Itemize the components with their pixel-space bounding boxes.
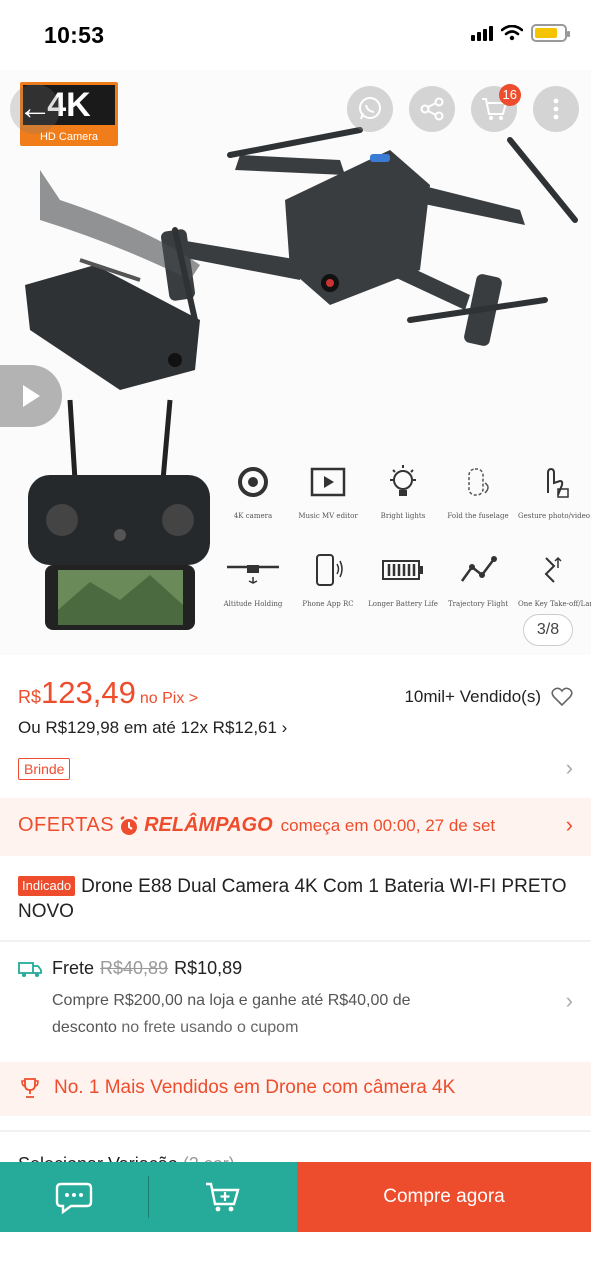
chat-icon — [55, 1182, 93, 1214]
feature-item: One Key Take-off/Landing — [518, 548, 591, 608]
feature-item: Fold the fuselage — [443, 460, 513, 520]
more-vertical-icon — [553, 98, 559, 120]
battery-level-icon — [382, 560, 423, 580]
sold-count: 10mil+ Vendido(s) — [404, 687, 573, 707]
gesture-icon — [547, 467, 569, 498]
film-icon — [310, 467, 346, 497]
back-button[interactable]: ← — [10, 84, 60, 134]
divider — [148, 1162, 149, 1232]
product-image-gallery[interactable]: 4K HD Camera ← 16 4K camera Music MV edi… — [0, 70, 591, 655]
wifi-icon — [501, 25, 523, 41]
shipping-label: Frete — [52, 958, 95, 978]
cart-count-badge: 16 — [498, 84, 521, 106]
trophy-icon — [21, 1078, 39, 1098]
feature-item: Gesture photo/video — [518, 460, 590, 520]
image-counter: 3/8 — [523, 614, 573, 646]
price-value: 123,49 — [41, 675, 136, 710]
feature-item: Trajectory Flight — [443, 548, 513, 608]
play-icon — [23, 385, 40, 407]
flash-label-b: RELÂMPAGO — [144, 814, 273, 836]
feature-item: Altitude Holding — [218, 548, 288, 608]
aperture-icon — [238, 467, 268, 497]
sold-count-text: 10mil+ Vendido(s) — [404, 687, 541, 706]
price-currency: R$ — [18, 687, 42, 707]
status-icons — [471, 24, 570, 42]
product-title-text: Drone E88 Dual Camera 4K Com 1 Bateria W… — [18, 876, 567, 922]
truck-icon — [18, 961, 42, 977]
chevron-right-icon: › — [565, 988, 573, 1013]
add-to-cart-button[interactable] — [149, 1162, 297, 1232]
add-cart-icon — [206, 1182, 240, 1212]
shipping-new-price: R$10,89 — [174, 958, 243, 978]
flash-label-a: OFERTAS — [18, 814, 115, 836]
trajectory-icon — [460, 556, 497, 582]
price: R$ 123,49 no Pix > — [18, 675, 198, 711]
cellular-signal-icon — [471, 25, 493, 41]
hero-actions: 16 — [347, 84, 579, 132]
feature-item: Longer Battery Life — [368, 548, 438, 608]
phone-icon — [316, 554, 343, 586]
price-section: R$ 123,49 no Pix > 10mil+ Vendido(s) Ou … — [0, 655, 591, 795]
bottom-action-bar: Compre agora — [0, 1162, 591, 1232]
flash-start-time: começa em 00:00, 27 de set — [280, 816, 496, 835]
battery-icon — [531, 24, 570, 42]
product-title: Indicado Drone E88 Dual Camera 4K Com 1 B… — [18, 874, 573, 924]
status-bar: 10:53 — [0, 0, 591, 70]
whatsapp-icon — [359, 97, 381, 120]
fold-icon — [468, 468, 489, 496]
installment-info[interactable]: Ou R$129,98 em até 12x R$12,61 › — [18, 718, 287, 738]
buy-now-button[interactable]: Compre agora — [297, 1162, 591, 1232]
shipping-old-price: R$40,89 — [100, 958, 169, 978]
chevron-right-icon: › — [565, 812, 573, 837]
play-video-button[interactable] — [0, 365, 62, 427]
best-seller-text: No. 1 Mais Vendidos em Drone com câmera … — [54, 1077, 456, 1098]
altitude-icon — [227, 565, 279, 584]
feature-item: Music MV editor — [293, 460, 363, 520]
alarm-clock-icon — [120, 815, 138, 835]
gift-badge[interactable]: Brinde — [18, 758, 71, 780]
bulb-icon — [390, 465, 416, 496]
shipping-description: Compre R$200,00 na loja e ganhe até R$40… — [52, 992, 411, 1036]
feature-item: Phone App RC — [293, 548, 363, 608]
feature-item: Bright lights — [368, 460, 438, 520]
heart-icon[interactable] — [551, 687, 573, 707]
best-seller-banner[interactable]: No. 1 Mais Vendidos em Drone com câmera … — [0, 1062, 591, 1116]
divider — [0, 940, 591, 942]
status-time: 10:53 — [44, 22, 105, 48]
cart-button[interactable]: 16 — [471, 84, 521, 132]
feature-item: 4K camera — [218, 460, 288, 520]
flash-sale-banner[interactable]: OFERTAS RELÂMPAGO começa em 00:00, 27 de… — [0, 798, 591, 856]
takeoff-icon — [544, 556, 562, 583]
back-arrow-icon: ← — [18, 89, 52, 127]
share-icon — [420, 97, 444, 121]
chat-button[interactable] — [0, 1162, 148, 1232]
share-button[interactable] — [409, 86, 455, 132]
shipping-info[interactable]: Frete R$40,89 R$10,89 Compre R$200,00 na… — [18, 958, 573, 1041]
more-options-button[interactable] — [533, 86, 579, 132]
chevron-right-icon[interactable]: › — [566, 755, 573, 781]
pix-link[interactable]: no Pix > — [140, 690, 198, 708]
feature-icons-grid: 4K camera Music MV editor Bright lights … — [218, 460, 591, 636]
whatsapp-share-button[interactable] — [347, 86, 393, 132]
recommended-tag: Indicado — [18, 876, 76, 896]
